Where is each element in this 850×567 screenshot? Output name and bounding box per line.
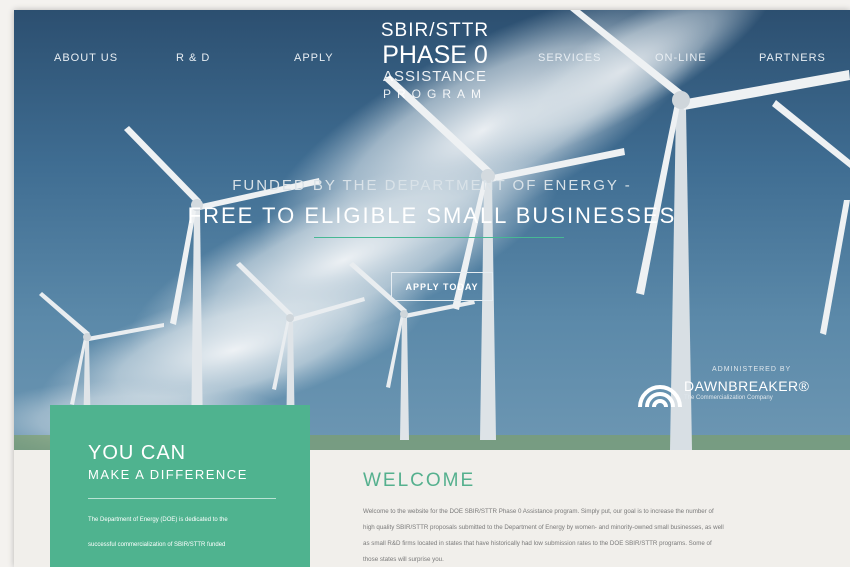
- nav-on-line[interactable]: ON-LINE: [655, 52, 707, 64]
- administered-by-label: ADMINISTERED BY: [712, 366, 792, 373]
- dawnbreaker-arc-icon: [638, 385, 682, 408]
- dawnbreaker-logo[interactable]: DAWNBREAKER® The Commercialization Compa…: [638, 377, 810, 409]
- hero-divider: [314, 237, 564, 238]
- logo-line-4: PROGRAM: [382, 87, 487, 101]
- dawnbreaker-name: DAWNBREAKER®: [684, 378, 810, 394]
- welcome-text-line-4: those states will surprise you.: [363, 556, 444, 563]
- hero-headline: FREE TO ELIGIBLE SMALL BUSINESSES: [187, 203, 677, 228]
- hero-funded-text: FUNDED BY THE DEPARTMENT OF ENERGY -: [232, 177, 632, 194]
- site-logo[interactable]: SBIR/STTR PHASE 0 ASSISTANCE PROGRAM: [370, 20, 500, 102]
- nav-services[interactable]: SERVICES: [538, 52, 601, 64]
- welcome-text-line-1: Welcome to the website for the DOE SBIR/…: [363, 508, 714, 515]
- feature-title: YOU CAN: [88, 442, 187, 464]
- dawnbreaker-tagline: The Commercialization Company: [684, 395, 773, 401]
- feature-subtitle: MAKE A DIFFERENCE: [88, 467, 248, 482]
- feature-text-line-2: successful commercialization of SBIR/STT…: [88, 542, 226, 548]
- logo-line-1: SBIR/STTR: [380, 20, 490, 41]
- nav-r-and-d[interactable]: R & D: [176, 52, 210, 64]
- nav-apply[interactable]: APPLY: [294, 52, 334, 64]
- welcome-text-line-3: as small R&D firms located in states tha…: [363, 540, 712, 547]
- feature-text-line-1: The Department of Energy (DOE) is dedica…: [88, 517, 228, 523]
- apply-today-button[interactable]: APPLY TODAY: [391, 272, 493, 301]
- nav-about-us[interactable]: ABOUT US: [54, 52, 118, 64]
- hero-banner: ABOUT US R & D APPLY SERVICES ON-LINE PA…: [14, 10, 850, 450]
- welcome-text-line-2: high quality SBIR/STTR proposals submitt…: [363, 524, 724, 531]
- logo-line-3: ASSISTANCE: [383, 68, 487, 85]
- welcome-heading: WELCOME: [363, 470, 476, 491]
- page-frame: ABOUT US R & D APPLY SERVICES ON-LINE PA…: [14, 10, 850, 567]
- nav-partners[interactable]: PARTNERS: [759, 52, 826, 64]
- logo-line-2: PHASE 0: [382, 41, 488, 69]
- feature-divider: [88, 498, 276, 499]
- feature-card: YOU CAN MAKE A DIFFERENCE The Department…: [50, 405, 310, 567]
